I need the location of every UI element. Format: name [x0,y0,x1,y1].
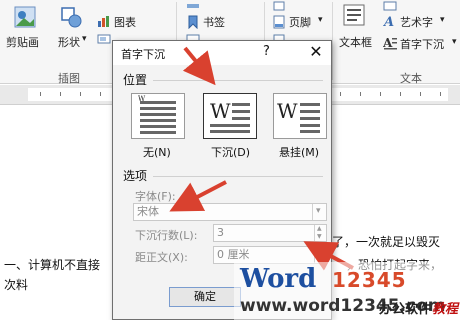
font-value: 宋体 [137,205,159,218]
position-none-option[interactable]: W [131,93,185,139]
watermark-logo: Word 12345 www.word12345.com 办公软件 教程 [234,262,460,320]
ruler-tick [340,92,341,96]
lines-spinner-icon[interactable]: ▲ ▼ [314,225,326,241]
textbox-icon[interactable] [342,3,366,27]
clipart-icon[interactable] [12,4,38,30]
position-none-icon: W [138,95,176,134]
close-button[interactable]: ✕ [302,41,330,63]
hyperlink-icon[interactable] [186,1,200,11]
position-margin-option[interactable]: W [273,93,327,139]
dialog-title: 首字下沉 [121,48,165,61]
font-dropdown-icon[interactable]: ▾ [312,204,326,220]
svg-text:W: W [138,95,146,103]
position-dropped-label: 下沉(D) [211,146,251,159]
screenshot-icon[interactable] [97,34,111,44]
svg-text:W: W [277,99,298,123]
document-line-2-left: 一、计算机不直接 [4,258,101,272]
distance-spinner-icon[interactable]: ▲ ▼ [314,247,326,263]
ruler-tick [440,92,441,96]
shapes-icon[interactable] [58,4,84,30]
footer-dropdown-icon[interactable]: ▾ [318,15,323,25]
lines-to-drop-value: 3 [217,226,224,239]
ruler-tick [400,92,401,96]
position-heading: 位置 [123,73,148,87]
shapes-button[interactable]: 形状 [58,34,80,50]
shapes-dropdown-icon[interactable]: ▾ [82,34,87,44]
dropcap-button[interactable]: 首字下沉 [400,36,444,52]
svg-text:A: A [383,15,394,28]
header-icon[interactable] [272,1,286,11]
divider [153,176,323,177]
watermark-digits: 12345 [332,268,407,292]
position-margin-icon: W [277,99,320,133]
clipart-button[interactable]: 剪贴画 [6,34,39,50]
svg-text:W: W [210,99,231,123]
group-label-text: 文本 [400,72,422,85]
chart-button[interactable]: 图表 [114,14,136,30]
bookmark-icon[interactable] [186,15,200,30]
font-select[interactable]: 宋体 ▾ [133,203,327,221]
lines-to-drop-label: 下沉行数(L): [135,229,198,242]
ribbon-separator [332,2,333,80]
watermark-cn-text-2: 教程 [432,302,459,317]
chart-icon[interactable] [97,15,111,27]
options-heading: 选项 [123,169,148,183]
wordart-button[interactable]: 艺术字 [400,14,433,30]
ruler-tick [100,92,101,96]
ruler-tick [380,92,381,96]
ruler-tick [60,92,61,96]
dropcap-dropdown-icon[interactable]: ▾ [452,37,457,47]
ruler-tick [360,92,361,96]
wordart-icon[interactable]: A [382,14,397,30]
quick-parts-icon[interactable] [383,1,397,11]
document-line-1-right: 了，一次就足以毁灭 [332,235,441,249]
group-label-illustrations: 插图 [58,72,80,85]
watermark-brand: Word [240,264,317,294]
ruler-tick [420,92,421,96]
ruler-tick [80,92,81,96]
lines-to-drop-input[interactable]: 3 ▲ ▼ [213,224,327,242]
position-dropped-option[interactable]: W [203,93,257,139]
footer-icon[interactable] [272,15,286,29]
ok-button[interactable]: 确定 [169,287,241,307]
wordart-dropdown-icon[interactable]: ▾ [440,15,445,25]
help-button[interactable]: ? [263,44,270,59]
divider [153,80,323,81]
distance-value: 0 厘米 [217,248,250,261]
position-none-label: 无(N) [143,146,171,159]
dropcap-icon[interactable]: A [382,36,397,50]
footer-button[interactable]: 页脚 [289,14,311,30]
svg-text:A: A [383,36,393,50]
position-dropped-icon: W [210,99,250,133]
watermark-cn-text: 办公软件 [379,302,432,317]
position-margin-label: 悬挂(M) [279,146,320,159]
dialog-titlebar[interactable]: 首字下沉 ? ✕ [113,41,331,65]
textbox-button[interactable]: 文本框 [339,34,372,50]
document-line-3-left: 次料 [4,278,29,292]
ruler-tick [40,92,41,96]
distance-label: 距正文(X): [135,251,188,264]
font-label: 字体(F): [135,190,176,203]
bookmark-button[interactable]: 书签 [203,14,225,30]
